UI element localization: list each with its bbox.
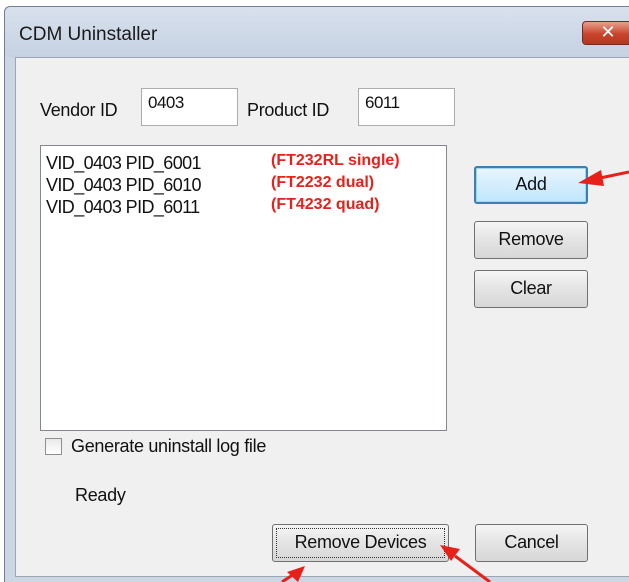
arrow-to-remove-devices-icon bbox=[281, 566, 305, 582]
arrow-from-remove-devices-icon bbox=[440, 545, 491, 582]
annotation-arrows bbox=[281, 170, 629, 582]
arrow-to-add-icon bbox=[578, 170, 629, 186]
